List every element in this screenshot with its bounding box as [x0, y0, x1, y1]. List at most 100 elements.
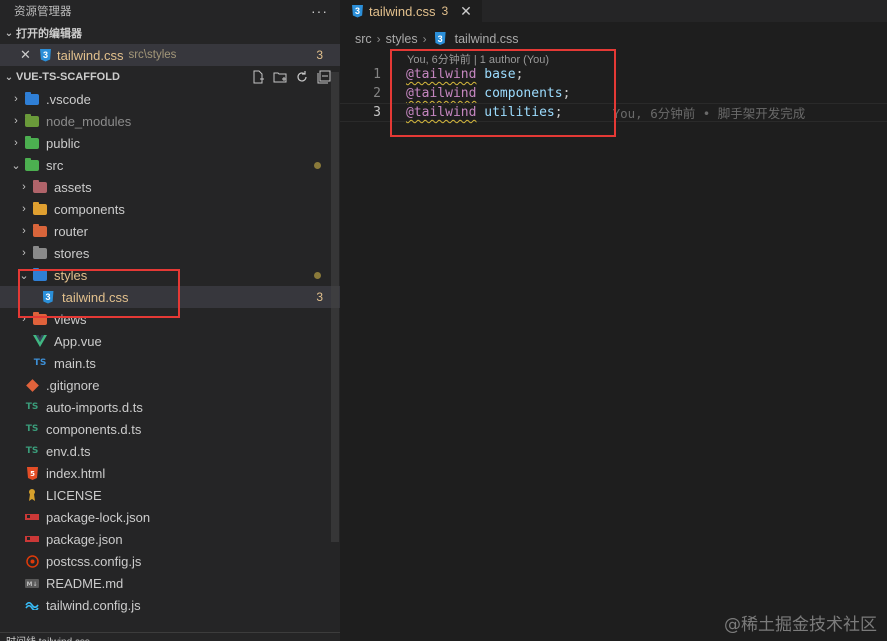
svg-text:5: 5	[30, 470, 35, 478]
tree-file-item[interactable]: LICENSE	[0, 484, 340, 506]
tree-file-item[interactable]: tailwind.config.js	[0, 594, 340, 616]
open-editor-filename: tailwind.css	[57, 47, 124, 63]
tree-folder-item[interactable]: › node_modules	[0, 110, 340, 132]
breadcrumb-item[interactable]: styles	[386, 32, 418, 46]
tree-file-item[interactable]: postcss.config.js	[0, 550, 340, 572]
tree-item-label: node_modules	[46, 113, 132, 129]
tree-folder-item[interactable]: › components	[0, 198, 340, 220]
new-file-icon[interactable]	[250, 69, 266, 85]
folder-icon	[32, 245, 48, 261]
tree-item-label: views	[54, 311, 87, 327]
folder-icon	[32, 179, 48, 195]
svg-text:M↓: M↓	[27, 581, 38, 588]
tree-item-label: index.html	[46, 465, 106, 481]
tree-folder-item[interactable]: › assets	[0, 176, 340, 198]
tree-item-label: router	[54, 223, 88, 239]
chevron-right-icon: ›	[422, 31, 427, 46]
tree-file-item[interactable]: TS auto-imports.d.ts	[0, 396, 340, 418]
tree-file-item[interactable]: 5 index.html	[0, 462, 340, 484]
chevron-right-icon: ›	[22, 247, 26, 259]
npm-file-icon	[24, 531, 40, 547]
more-actions-icon[interactable]: ···	[311, 3, 328, 19]
line-number: 1	[373, 67, 381, 82]
tree-item-label: stores	[54, 245, 90, 261]
folder-icon	[32, 223, 48, 239]
typescript-file-icon: TS	[33, 358, 47, 368]
folder-icon	[24, 157, 40, 173]
tree-item-label: src	[46, 157, 64, 173]
tree-item-label: public	[46, 135, 80, 151]
chevron-right-icon: ›	[22, 313, 26, 325]
postcss-file-icon	[24, 553, 40, 569]
code-line-current[interactable]: 3 @tailwind utilities; You, 6分钟前 • 脚手架开发…	[340, 103, 887, 122]
refresh-icon[interactable]	[294, 69, 310, 85]
project-header[interactable]: ⌄ VUE-TS-SCAFFOLD	[0, 66, 340, 88]
timeline-section[interactable]: 时间线 tailwind.css	[0, 632, 340, 641]
markdown-file-icon: M↓	[24, 575, 40, 591]
open-editors-header[interactable]: ⌄ 打开的编辑器	[0, 22, 340, 44]
tree-folder-item[interactable]: › stores	[0, 242, 340, 264]
line-number: 2	[373, 86, 381, 101]
explorer-sidebar: 资源管理器 ··· ⌄ 打开的编辑器 ✕ 3 tailwind.css src\…	[0, 0, 340, 641]
tree-file-item[interactable]: 3 tailwind.css 3	[0, 286, 340, 308]
line-number: 3	[373, 105, 381, 120]
tree-file-item[interactable]: M↓ README.md	[0, 572, 340, 594]
tree-item-label: auto-imports.d.ts	[46, 399, 143, 415]
css-file-icon: 3	[40, 289, 56, 305]
chevron-down-icon: ⌄	[11, 159, 21, 172]
breadcrumb-item[interactable]: tailwind.css	[455, 32, 519, 46]
open-editor-item[interactable]: ✕ 3 tailwind.css src\styles 3	[0, 44, 340, 66]
folder-icon	[24, 113, 40, 129]
new-folder-icon[interactable]	[272, 69, 288, 85]
css-file-icon: 3	[434, 32, 446, 45]
code-line[interactable]: 2 @tailwind components;	[340, 84, 887, 103]
explorer-title-bar: 资源管理器 ···	[0, 0, 340, 22]
tree-item-label: .vscode	[46, 91, 91, 107]
tab-label: tailwind.css	[369, 3, 436, 19]
sidebar-scrollbar[interactable]	[331, 72, 339, 542]
folder-icon	[32, 267, 48, 283]
css-file-icon: 3	[40, 48, 51, 62]
tab-tailwind-css[interactable]: 3 tailwind.css 3 ✕	[340, 0, 482, 22]
tree-file-item[interactable]: TS components.d.ts	[0, 418, 340, 440]
tree-file-item[interactable]: TS main.ts	[0, 352, 340, 374]
tree-item-label: components	[54, 201, 125, 217]
tree-file-item[interactable]: TS env.d.ts	[0, 440, 340, 462]
chevron-right-icon: ›	[22, 181, 26, 193]
tree-item-label: assets	[54, 179, 92, 195]
tree-folder-item[interactable]: › router	[0, 220, 340, 242]
inline-blame: You, 6分钟前 • 脚手架开发完成	[612, 106, 806, 121]
tree-folder-item[interactable]: ⌄ src	[0, 154, 340, 176]
close-icon[interactable]: ✕	[460, 3, 472, 20]
tree-item-label: styles	[54, 267, 88, 283]
tree-item-label: postcss.config.js	[46, 553, 142, 569]
tree-item-label: .gitignore	[46, 377, 100, 393]
git-file-icon	[24, 377, 40, 393]
folder-icon	[32, 201, 48, 217]
open-editor-path: src\styles	[128, 49, 177, 61]
chevron-right-icon: ›	[14, 115, 18, 127]
code-line[interactable]: 1 @tailwind base;	[340, 65, 887, 84]
close-icon[interactable]: ✕	[20, 47, 34, 63]
tailwind-file-icon	[24, 597, 40, 613]
tree-file-item[interactable]: App.vue	[0, 330, 340, 352]
collapse-all-icon[interactable]	[316, 69, 332, 85]
chevron-right-icon: ›	[22, 225, 26, 237]
tree-file-item[interactable]: package-lock.json	[0, 506, 340, 528]
tree-folder-item[interactable]: ⌄ styles	[0, 264, 340, 286]
tree-item-label: env.d.ts	[46, 443, 91, 459]
breadcrumb-item[interactable]: src	[355, 32, 372, 46]
code-text: @tailwind utilities;	[406, 105, 563, 120]
tab-bar: 3 tailwind.css 3 ✕	[340, 0, 887, 22]
tree-item-label: tailwind.config.js	[46, 597, 141, 613]
tree-file-item[interactable]: package.json	[0, 528, 340, 550]
chevron-right-icon: ›	[14, 137, 18, 149]
folder-icon	[24, 91, 40, 107]
tree-folder-item[interactable]: › public	[0, 132, 340, 154]
tree-folder-item[interactable]: › .vscode	[0, 88, 340, 110]
tree-file-item[interactable]: .gitignore	[0, 374, 340, 396]
chevron-right-icon: ›	[376, 31, 381, 46]
project-title: VUE-TS-SCAFFOLD	[16, 71, 120, 83]
folder-icon	[32, 311, 48, 327]
tree-folder-item[interactable]: › views	[0, 308, 340, 330]
